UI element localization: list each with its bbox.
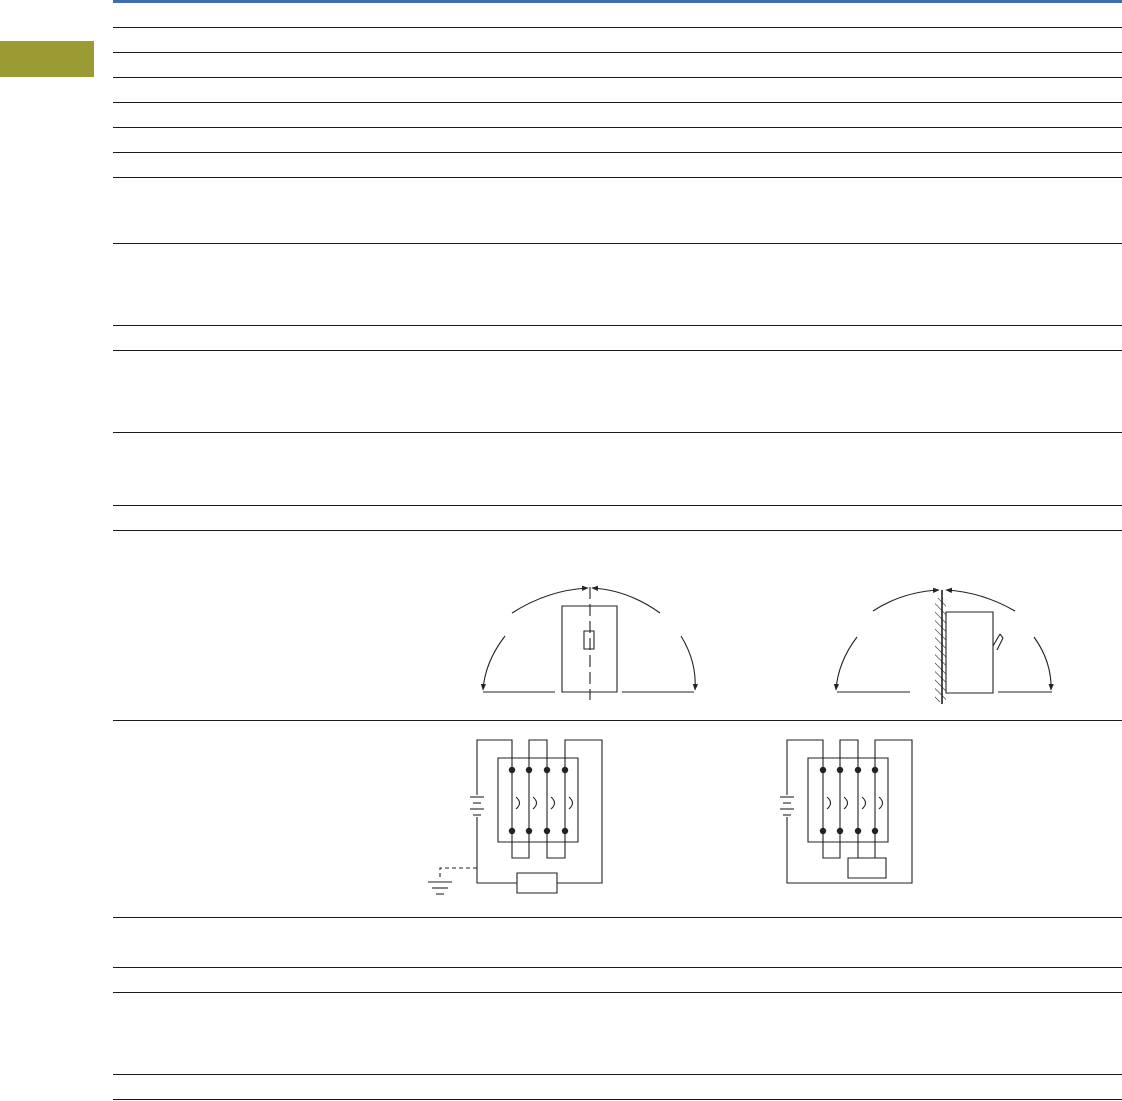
figures-canvas [0, 585, 1054, 1101]
four-pole-series-wiring-with-earth-diagram [428, 740, 602, 894]
wall-mounting-angle-diagram [833, 587, 1054, 704]
four-pole-series-wiring-diagram [780, 740, 912, 883]
vertical-panel-mounting-angle-diagram [480, 585, 699, 700]
